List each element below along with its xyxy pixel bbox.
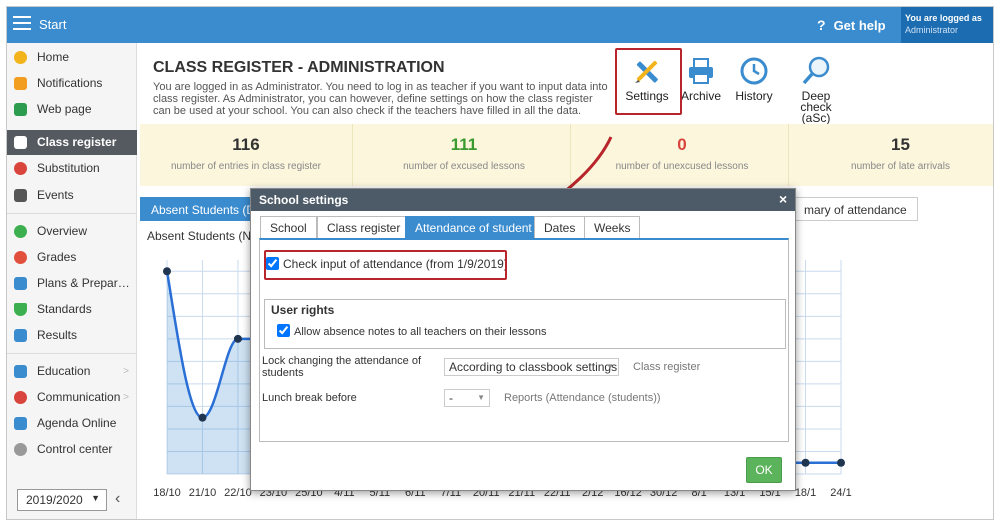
lunch-break-hint: Reports (Attendance (students)) [504, 392, 661, 404]
lock-attendance-label: Lock changing the attendance of students [262, 355, 422, 379]
check-attendance-highlight [264, 250, 507, 280]
tab-school[interactable]: School [260, 216, 317, 238]
tab-class-register[interactable]: Class register [317, 216, 411, 238]
lock-attendance-hint: Class register [633, 361, 701, 373]
lunch-break-label: Lunch break before [262, 392, 357, 404]
allow-notes-row[interactable]: Allow absence notes to all teachers on t… [277, 324, 547, 338]
dialog-title: School settings [251, 189, 795, 211]
user-rights-title: User rights [271, 303, 335, 317]
lock-attendance-select[interactable]: According to classbook settings ▼ [444, 358, 619, 376]
tab-weeks[interactable]: Weeks [584, 216, 641, 238]
caret-down-icon: ▼ [477, 393, 485, 402]
tab-dates[interactable]: Dates [534, 216, 586, 238]
tab-attendance-of-student[interactable]: Attendance of student [405, 216, 542, 238]
app-window: Start ? Get help You are logged as Admini… [6, 6, 994, 520]
close-icon[interactable]: × [779, 191, 787, 207]
allow-notes-checkbox[interactable] [277, 324, 290, 337]
user-rights-group: User rights Allow absence notes to all t… [264, 299, 786, 349]
ok-button[interactable]: OK [746, 457, 782, 483]
lunch-break-select[interactable]: - ▼ [444, 389, 490, 407]
caret-down-icon: ▼ [606, 362, 614, 371]
